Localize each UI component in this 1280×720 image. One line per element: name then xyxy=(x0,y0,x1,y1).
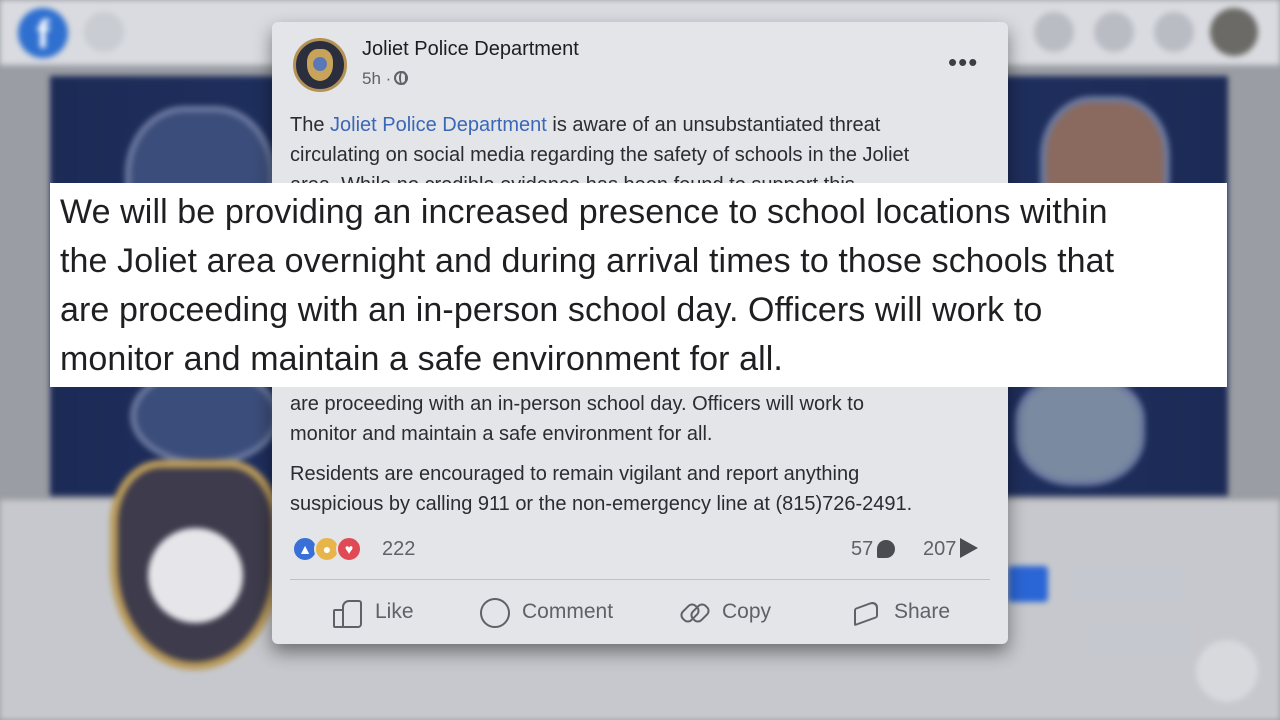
link-icon xyxy=(680,598,708,626)
paragraph-text: are proceeding with an in-person school … xyxy=(290,393,864,415)
share-count[interactable]: 207 xyxy=(923,538,979,561)
notifications-icon[interactable] xyxy=(1154,12,1194,52)
share-label: Share xyxy=(894,600,951,623)
comment-icon xyxy=(480,598,510,628)
post-timestamp[interactable]: 5h · xyxy=(362,69,409,89)
paragraph-text: monitor and maintain a safe environment … xyxy=(290,423,713,445)
like-label: Like xyxy=(375,600,414,623)
share-arrow-icon xyxy=(960,538,979,558)
thumbs-up-icon xyxy=(333,598,362,628)
page-mention-link[interactable]: Joliet Police Department xyxy=(330,114,547,136)
post-paragraph-3: Residents are encouraged to remain vigil… xyxy=(290,459,990,519)
messenger-icon[interactable] xyxy=(1094,12,1134,52)
comment-bubble-icon xyxy=(877,540,896,558)
overlay-line: monitor and maintain a safe environment … xyxy=(60,340,783,378)
share-count-value: 207 xyxy=(923,538,957,560)
divider xyxy=(290,579,990,580)
edit-icon[interactable] xyxy=(1196,640,1258,702)
share-icon xyxy=(852,598,880,626)
copy-label: Copy xyxy=(722,600,772,623)
post-time-text[interactable]: 5h · xyxy=(362,69,391,88)
account-avatar[interactable] xyxy=(1210,8,1258,56)
overlay-line: the Joliet area overnight and during arr… xyxy=(60,242,1115,280)
overlay-line: are proceeding with an in-person school … xyxy=(60,291,1043,329)
love-reaction-icon: ♥ xyxy=(336,536,362,562)
more-options-icon[interactable]: ••• xyxy=(948,49,978,75)
paragraph-text: is aware of an unsubstantiated threat xyxy=(546,114,881,136)
menu-icon[interactable] xyxy=(1034,12,1074,52)
comment-button[interactable]: Comment xyxy=(480,594,613,630)
facebook-logo-icon[interactable]: f xyxy=(18,8,68,58)
profile-picture[interactable] xyxy=(110,460,280,670)
message-button[interactable] xyxy=(1068,566,1188,602)
page-avatar[interactable] xyxy=(293,38,347,92)
follow-button[interactable] xyxy=(1085,622,1189,658)
badge-image xyxy=(1015,376,1145,486)
comment-count-value: 57 xyxy=(851,538,874,560)
copy-button[interactable]: Copy xyxy=(680,594,771,630)
comment-label: Comment xyxy=(522,600,614,623)
action-button[interactable] xyxy=(1008,566,1048,602)
comment-count[interactable]: 57 xyxy=(851,538,896,561)
search-icon[interactable] xyxy=(84,12,124,52)
paragraph-text: circulating on social media regarding th… xyxy=(290,144,910,166)
paragraph-text: suspicious by calling 911 or the non-eme… xyxy=(290,493,913,515)
share-button[interactable]: Share xyxy=(852,594,950,630)
page-name[interactable]: Joliet Police Department xyxy=(362,38,579,61)
globe-icon xyxy=(394,71,409,85)
quote-overlay: We will be providing an increased presen… xyxy=(50,183,1227,387)
overlay-line: We will be providing an increased presen… xyxy=(60,193,1108,231)
paragraph-text: The xyxy=(290,114,331,136)
reaction-count[interactable]: 222 xyxy=(382,538,415,561)
like-button[interactable]: Like xyxy=(333,594,414,630)
paragraph-text: Residents are encouraged to remain vigil… xyxy=(290,463,860,485)
post-paragraph-2: are proceeding with an in-person school … xyxy=(290,389,990,449)
